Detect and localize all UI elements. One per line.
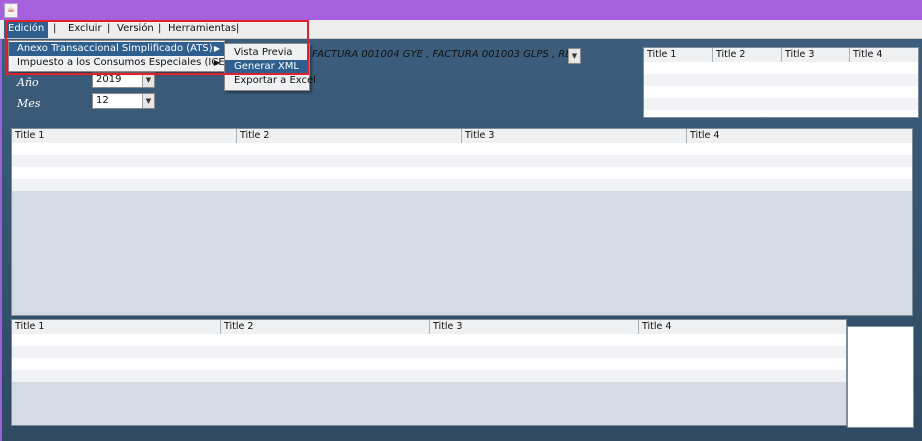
ats-submenu: Vista Previa Generar XML Exportar a Exce…: [224, 43, 316, 91]
menu-separator: |: [107, 23, 111, 34]
window-title-bar: ☕: [0, 0, 922, 20]
column-header[interactable]: Title 2: [713, 48, 782, 62]
table-row[interactable]: [644, 98, 918, 110]
column-header[interactable]: Title 2: [221, 320, 430, 334]
column-header[interactable]: Title 3: [782, 48, 850, 62]
triangle-right-icon: ▶: [213, 44, 220, 53]
chevron-down-icon[interactable]: ▼: [568, 49, 580, 63]
table-row[interactable]: [644, 74, 918, 86]
menu-item-label: Impuesto a los Consumos Especiales (ICE): [17, 57, 229, 68]
column-header[interactable]: Title 3: [462, 129, 687, 143]
small-table: Title 1 Title 2 Title 3 Title 4: [643, 47, 919, 118]
column-header[interactable]: Title 4: [687, 129, 912, 143]
table-header: Title 1 Title 2 Title 3 Title 4: [12, 320, 846, 335]
side-panel: [847, 326, 914, 428]
facturas-combo[interactable]: ▼: [568, 48, 581, 64]
mes-value: 12: [96, 95, 109, 106]
column-header[interactable]: Title 2: [237, 129, 462, 143]
bottom-table: Title 1 Title 2 Title 3 Title 4: [11, 319, 847, 426]
menu-bar: Edición | Excluir | Versión | Herramient…: [0, 20, 922, 39]
table-header: Title 1 Title 2 Title 3 Title 4: [12, 129, 912, 144]
column-header[interactable]: Title 1: [644, 48, 713, 62]
table-row[interactable]: [12, 179, 912, 191]
table-row[interactable]: [644, 62, 918, 74]
table-body: [12, 334, 846, 382]
column-header[interactable]: Title 3: [430, 320, 639, 334]
menu-separator: |: [236, 23, 240, 34]
menu-herramientas[interactable]: Herramientas: [168, 20, 236, 38]
menu-item-ats[interactable]: Anexo Transaccional Simplificado (ATS) ▶: [9, 42, 224, 56]
column-header[interactable]: Title 4: [639, 320, 846, 334]
table-row[interactable]: [644, 110, 918, 117]
edicion-dropdown: Anexo Transaccional Simplificado (ATS) ▶…: [8, 40, 229, 72]
menu-excluir[interactable]: Excluir: [68, 20, 102, 38]
table-row[interactable]: [12, 346, 846, 358]
chevron-down-icon[interactable]: ▼: [142, 73, 154, 87]
table-row[interactable]: [12, 370, 846, 382]
menu-separator: |: [53, 23, 57, 34]
column-header[interactable]: Title 1: [12, 320, 221, 334]
column-header[interactable]: Title 1: [12, 129, 237, 143]
anio-label: Año: [17, 76, 39, 89]
table-header: Title 1 Title 2 Title 3 Title 4: [644, 48, 918, 63]
table-row[interactable]: [12, 358, 846, 370]
table-row[interactable]: [12, 155, 912, 167]
table-row[interactable]: [12, 167, 912, 179]
table-row[interactable]: [12, 143, 912, 155]
menu-item-exportar-excel[interactable]: Exportar a Excel: [225, 74, 316, 88]
menu-item-generar-xml[interactable]: Generar XML: [225, 60, 309, 74]
mes-label: Mes: [17, 97, 41, 110]
column-header[interactable]: Title 4: [850, 48, 918, 62]
table-row[interactable]: [644, 86, 918, 98]
middle-table: Title 1 Title 2 Title 3 Title 4: [11, 128, 913, 316]
table-row[interactable]: [12, 334, 846, 346]
menu-item-label: Anexo Transaccional Simplificado (ATS): [17, 43, 213, 54]
mes-combo[interactable]: 12 ▼: [92, 93, 155, 109]
menu-edicion[interactable]: Edición: [4, 20, 49, 38]
anio-value: 2019: [96, 74, 122, 85]
menu-item-vista-previa[interactable]: Vista Previa: [225, 46, 309, 60]
table-body: [644, 62, 918, 117]
menu-item-ice[interactable]: Impuesto a los Consumos Especiales (ICE)…: [9, 56, 229, 70]
triangle-right-icon: ▶: [213, 58, 220, 67]
table-body: [12, 143, 912, 191]
menu-version[interactable]: Versión: [117, 20, 154, 38]
chevron-down-icon[interactable]: ▼: [142, 94, 154, 108]
anio-combo[interactable]: 2019 ▼: [92, 72, 155, 88]
java-coffee-icon: ☕: [4, 3, 18, 18]
menu-separator: |: [158, 23, 162, 34]
facturas-combo-value[interactable]: FACTURA 001004 GYE , FACTURA 001003 GLPS…: [312, 49, 581, 60]
